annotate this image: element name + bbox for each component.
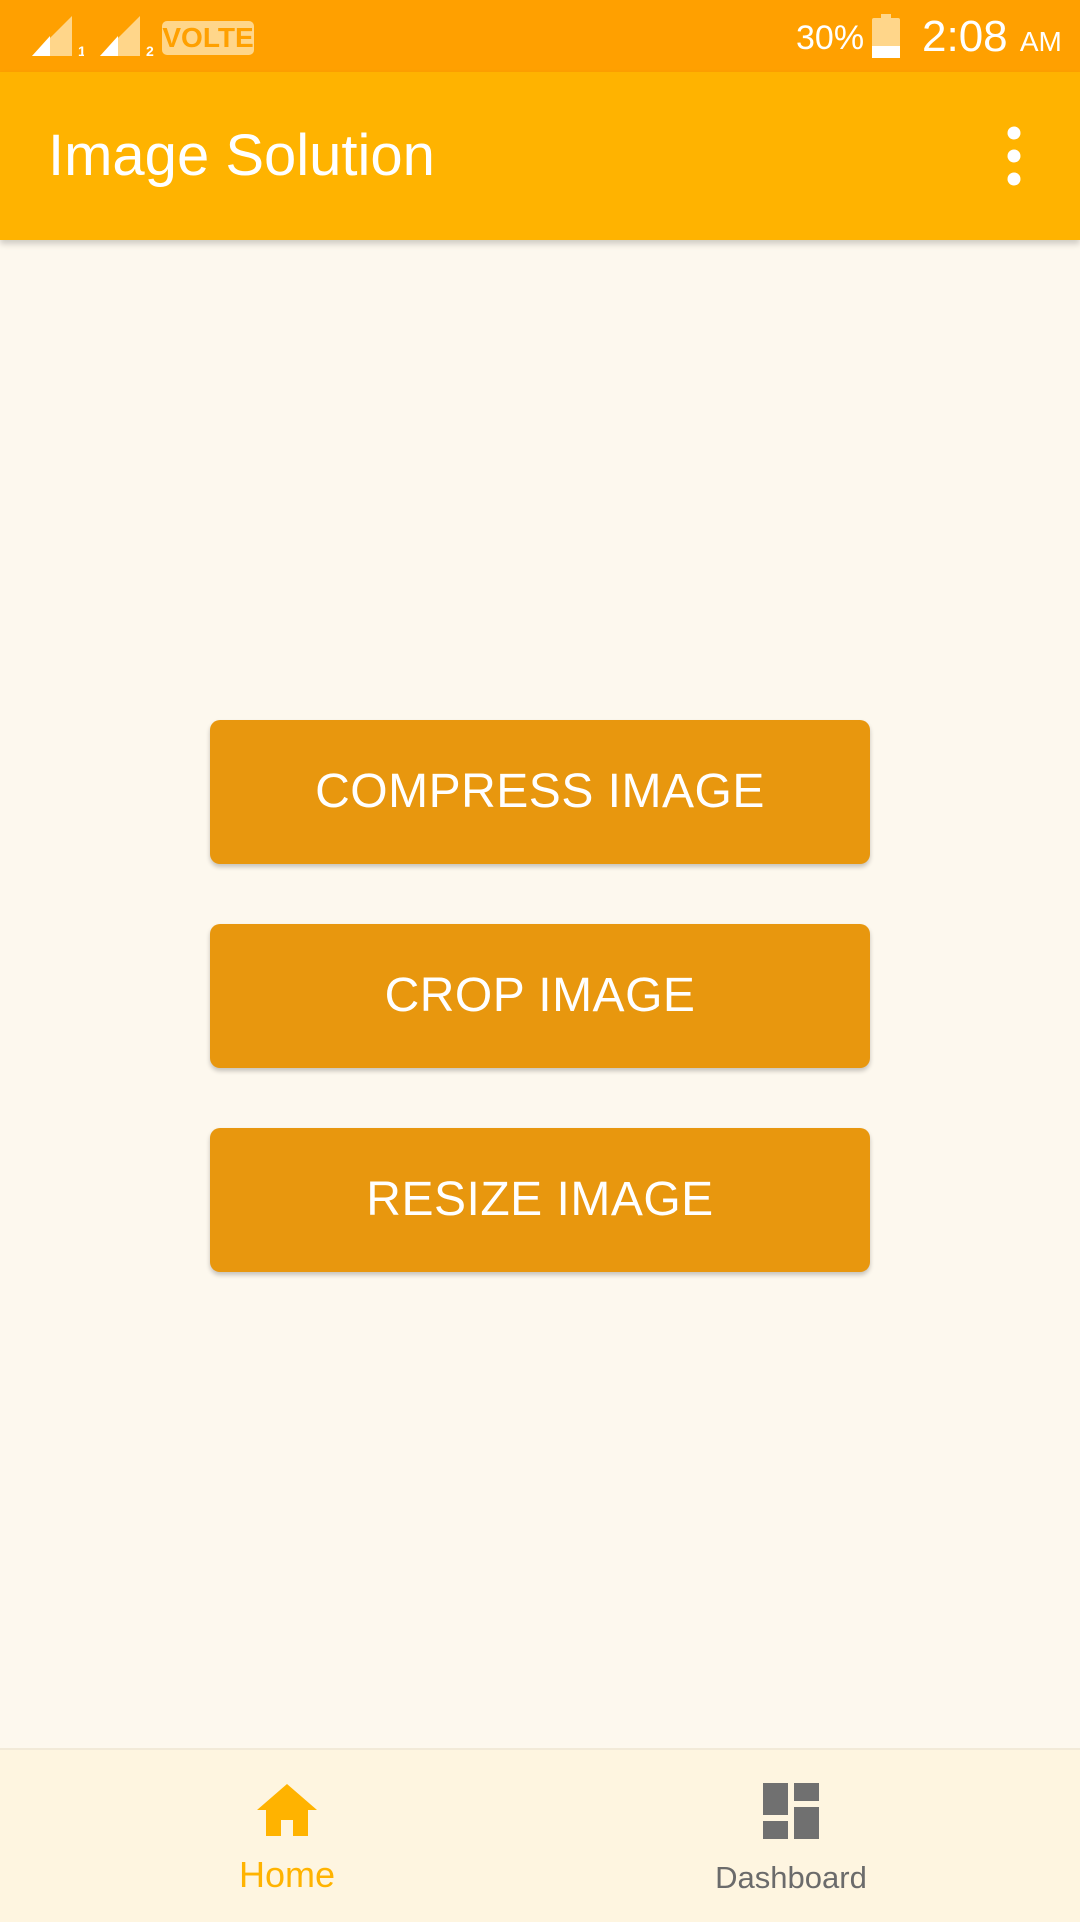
battery-icon (872, 14, 900, 63)
battery-percent: 30% (796, 19, 865, 57)
clock-ampm: AM (1019, 26, 1062, 57)
more-vert-icon[interactable] (984, 122, 1044, 190)
svg-text:1: 1 (78, 43, 84, 58)
nav-item-home[interactable]: Home (17, 1750, 557, 1922)
compress-image-button[interactable]: COMPRESS IMAGE (210, 720, 870, 864)
signal-sim2-icon: 2 (96, 14, 156, 63)
home-icon (255, 1782, 319, 1843)
main-content: COMPRESS IMAGE CROP IMAGE RESIZE IMAGE (0, 240, 1080, 1748)
dashboard-icon (762, 1782, 820, 1845)
clock: 2:08 AM (922, 12, 1062, 67)
volte-badge: VOLTE (162, 21, 254, 55)
status-bar: 1 2 VOLTE 30% 2:08 AM (0, 0, 1080, 72)
nav-label-dashboard: Dashboard (715, 1860, 867, 1895)
nav-label-home: Home (238, 1854, 336, 1895)
crop-image-button[interactable]: CROP IMAGE (210, 924, 870, 1068)
svg-text:2: 2 (146, 43, 154, 58)
bottom-navigation: Home Dashboard (0, 1748, 1080, 1922)
nav-item-dashboard[interactable]: Dashboard (521, 1750, 1061, 1922)
app-bar: Image Solution (0, 72, 1080, 240)
clock-time: 2:08 (922, 12, 1008, 61)
app-title: Image Solution (48, 123, 435, 188)
signal-sim1-icon: 1 (28, 14, 86, 63)
resize-image-button[interactable]: RESIZE IMAGE (210, 1128, 870, 1272)
